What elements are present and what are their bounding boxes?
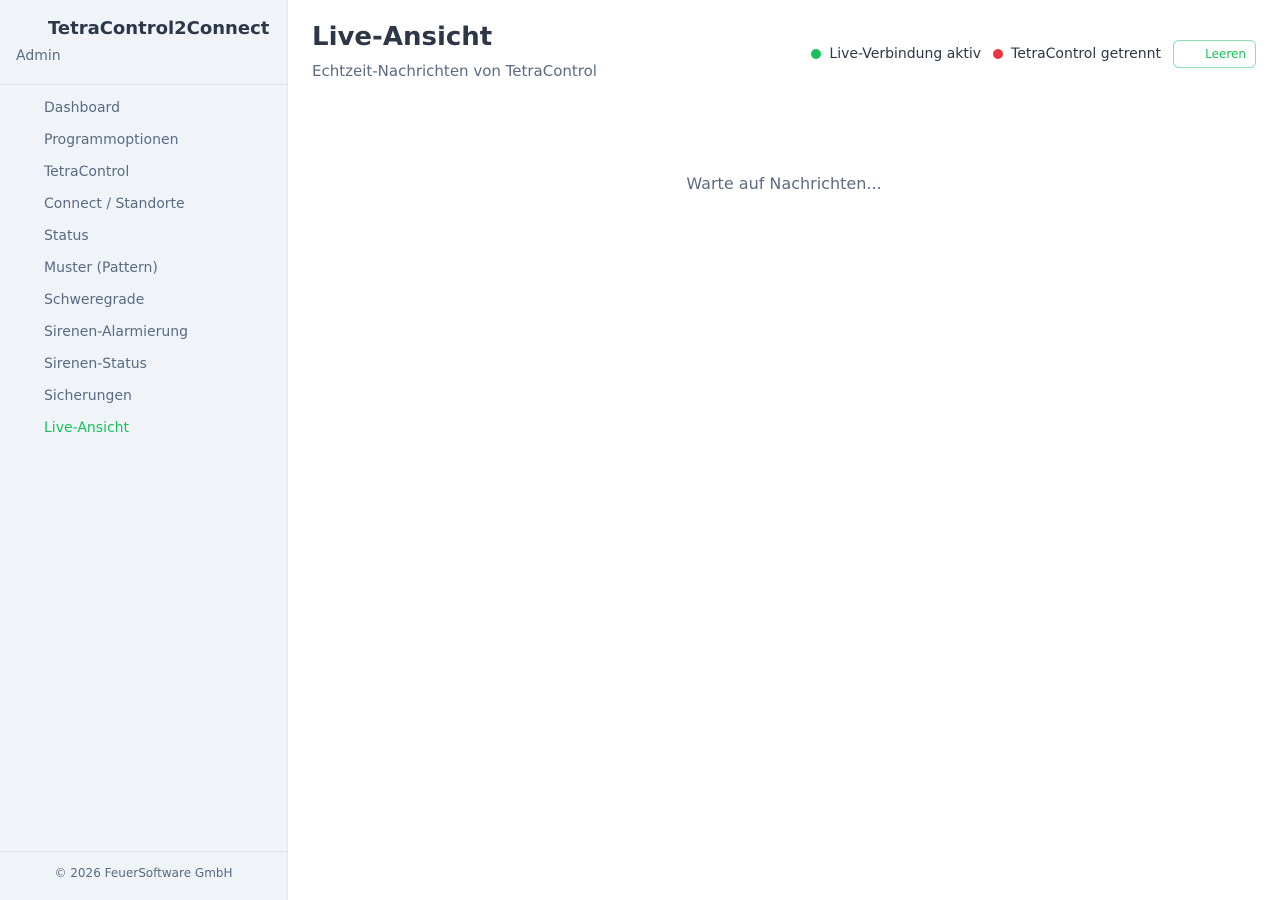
sidebar-item-sirenen-status[interactable]: Sirenen-Status: [0, 348, 287, 380]
sidebar-item-sirenen-alarmierung[interactable]: Sirenen-Alarmierung: [0, 316, 287, 348]
waiting-message: Warte auf Nachrichten...: [686, 174, 882, 193]
status-dot-icon: [811, 49, 822, 59]
sidebar-divider: [0, 84, 287, 85]
clear-button[interactable]: Leeren: [1173, 40, 1256, 68]
sidebar-item-connect-standorte[interactable]: Connect / Standorte: [0, 188, 287, 220]
sidebar-item-dashboard[interactable]: Dashboard: [0, 92, 287, 124]
live-connection-label: Live-Verbindung aktiv: [829, 46, 982, 62]
user-role: Admin: [16, 48, 61, 64]
live-connection-status: Live-Verbindung aktiv: [811, 46, 981, 62]
footer-divider: [0, 851, 287, 852]
page-title: Live-Ansicht: [312, 22, 493, 52]
sidebar-item-live-ansicht[interactable]: Live-Ansicht: [0, 412, 287, 444]
sidebar-item-schweregrade[interactable]: Schweregrade: [0, 284, 287, 316]
sidebar-item-programmoptionen[interactable]: Programmoptionen: [0, 124, 287, 156]
sidebar-nav: Dashboard Programmoptionen TetraControl …: [0, 92, 287, 444]
sidebar-item-tetracontrol[interactable]: TetraControl: [0, 156, 287, 188]
sidebar-item-sicherungen[interactable]: Sicherungen: [0, 380, 287, 412]
tetracontrol-status: TetraControl getrennt: [993, 46, 1161, 62]
page-subtitle: Echtzeit-Nachrichten von TetraControl: [312, 62, 597, 80]
sidebar-item-muster[interactable]: Muster (Pattern): [0, 252, 287, 284]
status-bar: Live-Verbindung aktiv TetraControl getre…: [811, 40, 1256, 68]
app-title: TetraControl2Connect: [48, 18, 270, 39]
main-content: Live-Ansicht Echtzeit-Nachrichten von Te…: [288, 0, 1280, 900]
tetracontrol-status-label: TetraControl getrennt: [1011, 46, 1161, 62]
sidebar: TetraControl2Connect Admin Dashboard Pro…: [0, 0, 288, 900]
copyright-footer: © 2026 FeuerSoftware GmbH: [54, 866, 233, 880]
sidebar-item-status[interactable]: Status: [0, 220, 287, 252]
status-dot-icon: [993, 49, 1004, 59]
